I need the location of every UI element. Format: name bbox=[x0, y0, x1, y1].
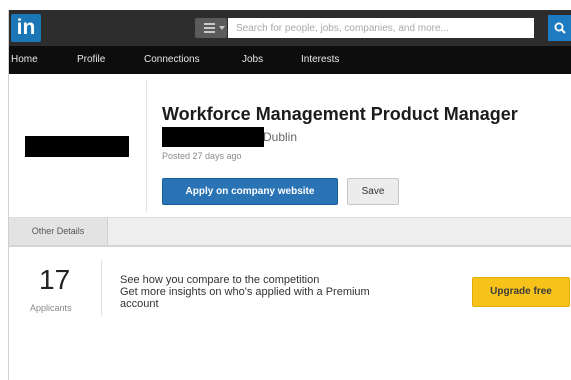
posted-date: Posted 27 days ago bbox=[162, 151, 242, 161]
tab-other-details[interactable]: Other Details bbox=[9, 218, 108, 245]
search-icon bbox=[554, 22, 566, 34]
linkedin-window: in Home Profile Connections Jobs Interes… bbox=[8, 10, 571, 380]
promo-line: account bbox=[120, 298, 159, 310]
top-bar: in bbox=[9, 10, 571, 46]
divider bbox=[101, 260, 102, 316]
search-input[interactable] bbox=[228, 18, 534, 38]
applicants-label: Applicants bbox=[30, 303, 72, 313]
hamburger-menu-icon[interactable] bbox=[195, 18, 227, 38]
applicants-count: 17 bbox=[39, 264, 71, 295]
promo-line: Get more insights on who's applied with … bbox=[120, 286, 370, 298]
save-button[interactable]: Save bbox=[347, 178, 399, 205]
upgrade-button[interactable]: Upgrade free bbox=[472, 277, 570, 307]
nav-item-jobs[interactable]: Jobs bbox=[242, 46, 263, 74]
job-location: Dublin bbox=[263, 130, 298, 144]
nav-item-home[interactable]: Home bbox=[11, 46, 38, 74]
divider bbox=[146, 80, 147, 212]
premium-promo: See how you compare to the competition G… bbox=[120, 274, 460, 310]
job-title: Workforce Management Product Manager bbox=[162, 104, 518, 124]
apply-button[interactable]: Apply on company website bbox=[162, 178, 338, 205]
nav-item-profile[interactable]: Profile bbox=[77, 46, 105, 74]
nav-item-connections[interactable]: Connections bbox=[144, 46, 200, 74]
company-name-redacted bbox=[162, 127, 264, 147]
linkedin-logo[interactable]: in bbox=[11, 14, 41, 42]
search-button[interactable] bbox=[548, 15, 571, 41]
nav-item-interests[interactable]: Interests bbox=[301, 46, 339, 74]
promo-line: See how you compare to the competition bbox=[120, 274, 320, 286]
main-nav: Home Profile Connections Jobs Interests bbox=[9, 46, 571, 74]
chevron-down-icon bbox=[219, 26, 225, 30]
tab-strip: Other Details bbox=[9, 217, 571, 247]
company-logo-redacted bbox=[25, 136, 129, 157]
